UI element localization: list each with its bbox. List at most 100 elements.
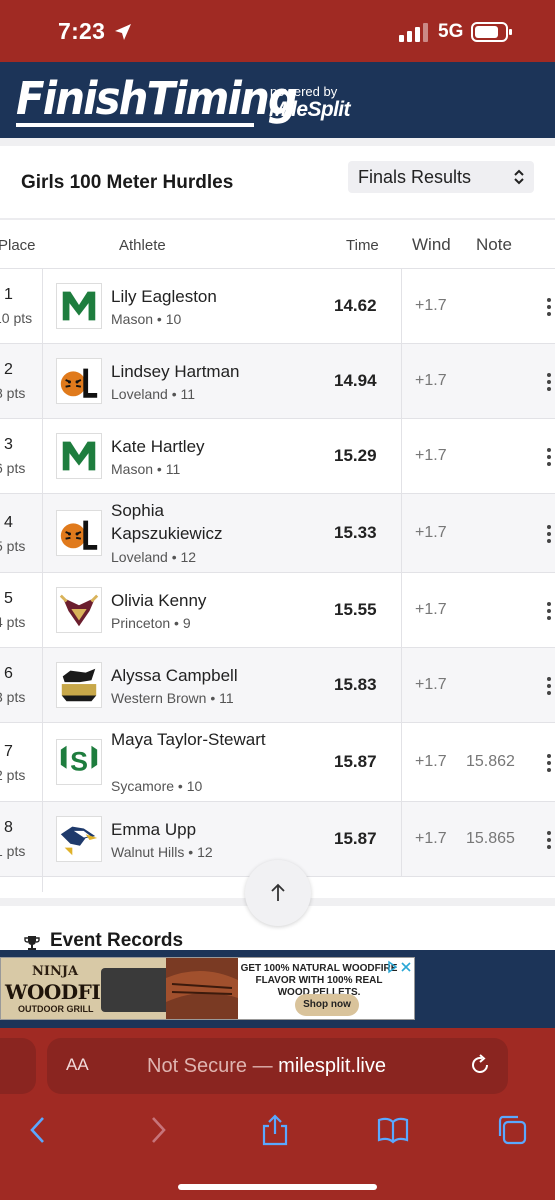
more-options-icon[interactable] <box>546 372 552 392</box>
network-type: 5G <box>438 21 464 42</box>
ad-choices-close-icon[interactable] <box>387 960 413 974</box>
result-time: 15.55 <box>334 600 377 619</box>
advertisement-banner[interactable]: NINJA WOODFIRE OUTDOOR GRILL GET 100% NA… <box>0 957 415 1020</box>
athlete-team-grade: Mason • 11 <box>111 461 181 477</box>
location-arrow-icon <box>115 24 131 40</box>
address-bar[interactable]: AA Not Secure — milesplit.live <box>47 1038 508 1094</box>
back-icon[interactable] <box>22 1114 54 1146</box>
url-display[interactable]: Not Secure — milesplit.live <box>147 1055 386 1078</box>
table-row[interactable]: 6 3 pts Alyssa Campbell Western Brown • … <box>0 647 555 722</box>
ad-brand-sub: OUTDOOR GRILL <box>18 1004 94 1014</box>
ad-food-image <box>166 958 238 1019</box>
results-content: Girls 100 Meter Hurdles Finals Results P… <box>0 138 555 950</box>
place-number: 6 <box>4 665 13 682</box>
more-options-icon[interactable] <box>546 676 552 696</box>
more-options-icon[interactable] <box>546 447 552 467</box>
column-header-wind[interactable]: Wind <box>412 235 451 255</box>
athlete-name[interactable]: Lindsey Hartman <box>111 360 301 383</box>
more-options-icon[interactable] <box>546 753 552 773</box>
column-header-place[interactable]: Place <box>0 237 36 254</box>
western-brown-logo <box>56 662 102 708</box>
ad-brand-panel: NINJA WOODFIRE OUTDOOR GRILL <box>1 958 171 1019</box>
status-time: 7:23 <box>58 18 106 44</box>
column-header-athlete[interactable]: Athlete <box>119 237 166 254</box>
column-header-time[interactable]: Time <box>346 237 379 254</box>
ad-brand-top: NINJA <box>32 964 79 979</box>
result-wind: +1.7 <box>415 524 447 541</box>
column-header-note[interactable]: Note <box>476 235 512 255</box>
place-points: 1 pts <box>0 843 26 859</box>
mason-logo <box>56 433 102 479</box>
finishtiming-logo[interactable]: FinishTiming <box>16 72 298 126</box>
athlete-name[interactable]: Kate Hartley <box>111 435 301 458</box>
tabs-icon[interactable] <box>496 1114 528 1146</box>
result-note: 15.865 <box>466 830 515 847</box>
athlete-name[interactable]: Sophia Kapszukiewicz <box>111 499 271 545</box>
table-row[interactable]: 4 5 pts Sophia Kapszukiewicz Loveland • … <box>0 493 555 572</box>
table-row[interactable]: 1 10 pts Lily Eagleston Mason • 10 14.62… <box>0 268 555 343</box>
athlete-team-grade: Walnut Hills • 12 <box>111 844 213 860</box>
result-note: 15.862 <box>466 753 515 770</box>
place-points: 5 pts <box>0 538 26 554</box>
athlete-team-grade: Mason • 10 <box>111 311 182 327</box>
powered-by-label: powered by <box>270 84 338 99</box>
result-wind: +1.7 <box>415 753 447 770</box>
home-indicator[interactable] <box>178 1184 377 1190</box>
athlete-team-grade: Western Brown • 11 <box>111 690 234 706</box>
athlete-name[interactable]: Alyssa Campbell <box>111 664 301 687</box>
result-wind: +1.7 <box>415 830 447 847</box>
athlete-name[interactable]: Emma Upp <box>111 818 301 841</box>
place-number: 7 <box>4 743 13 760</box>
place-number: 5 <box>4 590 13 607</box>
athlete-name[interactable]: Lily Eagleston <box>111 285 301 308</box>
walnut-hills-logo <box>56 816 102 862</box>
table-row[interactable]: 5 4 pts Olivia Kenny Princeton • 9 15.55… <box>0 572 555 647</box>
table-row[interactable]: 3 6 pts Kate Hartley Mason • 11 15.29 +1… <box>0 418 555 493</box>
share-icon[interactable] <box>259 1114 291 1146</box>
text-size-button[interactable]: AA <box>66 1055 89 1075</box>
result-time: 15.33 <box>334 523 377 542</box>
scroll-to-top-button[interactable] <box>245 860 311 926</box>
event-records-heading[interactable]: Event Records <box>24 930 183 950</box>
place-number: 2 <box>4 361 13 378</box>
table-row[interactable]: 7 2 pts S Maya Taylor-Stewart Sycamore •… <box>0 722 555 801</box>
result-wind: +1.7 <box>415 601 447 618</box>
reload-icon[interactable] <box>468 1053 492 1077</box>
round-select[interactable]: Finals Results <box>348 161 534 193</box>
place-points: 6 pts <box>0 460 26 476</box>
place-number: 3 <box>4 436 13 453</box>
battery-icon <box>471 22 512 42</box>
place-number: 8 <box>4 819 13 836</box>
chevron-up-down-icon <box>514 169 524 185</box>
result-wind: +1.7 <box>415 297 447 314</box>
arrow-up-icon <box>271 883 285 901</box>
place-points: 10 pts <box>0 310 33 326</box>
athlete-team-grade: Loveland • 11 <box>111 386 196 402</box>
athlete-team-grade: Loveland • 12 <box>111 549 197 565</box>
more-options-icon[interactable] <box>546 601 552 621</box>
svg-text:S: S <box>70 747 88 777</box>
section-separator <box>0 138 555 146</box>
result-wind: +1.7 <box>415 676 447 693</box>
place-points: 3 pts <box>0 689 26 705</box>
result-time: 15.87 <box>334 752 377 771</box>
place-points: 4 pts <box>0 614 26 630</box>
url-host: milesplit.live <box>278 1055 386 1077</box>
forward-icon[interactable] <box>142 1114 174 1146</box>
athlete-name[interactable]: Maya Taylor-Stewart <box>111 728 271 751</box>
more-options-icon[interactable] <box>546 297 552 317</box>
more-options-icon[interactable] <box>546 830 552 850</box>
bookmarks-icon[interactable] <box>377 1114 409 1146</box>
ad-shop-now-button[interactable]: Shop now <box>295 994 359 1016</box>
result-time: 14.62 <box>334 296 377 315</box>
table-row[interactable]: 2 8 pts Lindsey Hartman Loveland • 11 14… <box>0 343 555 418</box>
result-time: 15.83 <box>334 675 377 694</box>
place-number: 1 <box>4 286 13 303</box>
result-time: 15.87 <box>334 829 377 848</box>
place-points: 8 pts <box>0 385 26 401</box>
milesplit-logo[interactable]: MileSplit <box>269 98 351 122</box>
loveland-logo <box>56 358 102 404</box>
more-options-icon[interactable] <box>546 524 552 544</box>
athlete-name[interactable]: Olivia Kenny <box>111 589 301 612</box>
previous-tab-preview[interactable] <box>0 1038 36 1094</box>
